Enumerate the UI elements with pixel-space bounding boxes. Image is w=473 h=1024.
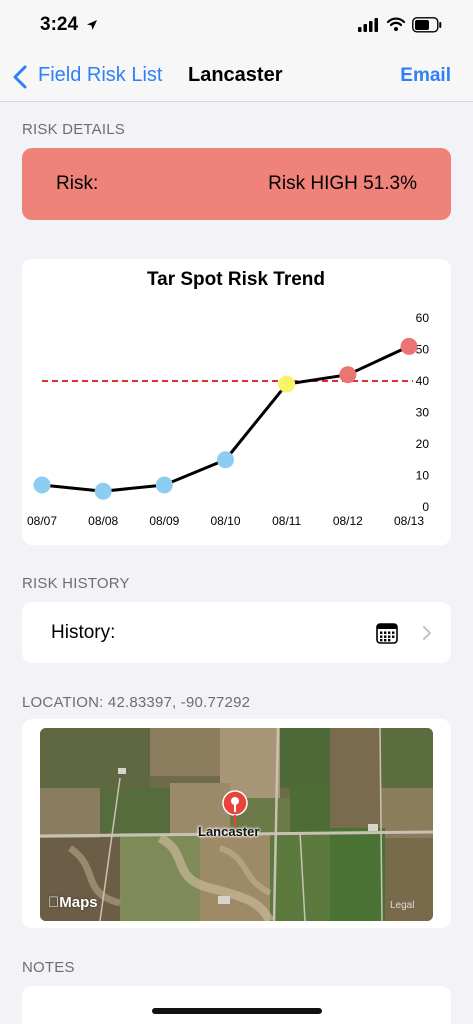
risk-label: Risk: [56,173,99,194]
x-tick-label: 08/09 [149,514,179,528]
history-row[interactable]: History: [22,602,451,663]
page-title: Lancaster [188,64,283,86]
data-point-low [155,476,173,494]
status-time: 3:24 [40,14,79,35]
risk-trend-line [41,344,410,493]
chart-title: Tar Spot Risk Trend [147,269,325,290]
x-tick-label: 08/13 [394,514,424,528]
data-point-low [33,476,51,494]
legal-link[interactable]: Legal [390,900,414,911]
data-point-low [94,482,112,500]
x-tick-label: 08/11 [272,514,301,528]
map-card: Lancaster Maps Legal [22,719,451,928]
risk-card: Risk: Risk HIGH 51.3% [22,148,451,220]
map-pin-label: Lancaster [198,824,260,839]
risk-value: Risk HIGH 51.3% [268,173,417,194]
y-tick-label: 30 [416,406,430,420]
email-button[interactable]: Email [400,65,451,87]
location-map[interactable]: Lancaster Maps Legal [40,728,433,921]
y-tick-label: 60 [416,311,430,325]
data-point-low [217,451,234,469]
back-button[interactable]: Field Risk List [38,64,162,87]
location-arrow-icon [86,18,98,36]
cellular-signal-icon [358,18,378,37]
maps-brand-label: Maps [48,894,97,911]
history-label: History: [51,622,116,643]
y-tick-label: 50 [416,343,430,357]
x-tick-label: 08/08 [88,514,118,528]
risk-trend-chart: Tar Spot Risk Trend 0 10 20 30 40 50 60 08/07 08… [27,269,430,528]
data-point-high [400,337,418,355]
battery-icon [412,17,442,38]
wifi-icon [386,17,406,36]
calendar-icon[interactable] [376,622,398,649]
location-header: LOCATION: 42.83397, -90.77292 [22,694,251,711]
risk-details-header: RISK DETAILS [22,121,125,138]
risk-trend-chart-card: Tar Spot Risk Trend 0 10 20 30 40 50 60 08/07 08… [22,259,451,545]
notes-header: NOTES [22,959,75,976]
chevron-right-icon [422,625,432,646]
navigation-bar: Field Risk List Lancaster Email [0,52,473,102]
x-tick-label: 08/10 [210,514,240,528]
back-chevron-icon[interactable] [12,65,28,94]
status-bar: 3:24 [0,0,473,52]
risk-history-header: RISK HISTORY [22,575,130,592]
notes-card[interactable] [22,986,451,1024]
data-point-high [339,366,357,384]
y-tick-label: 0 [422,500,429,514]
y-tick-label: 20 [416,437,430,451]
apple-maps-logo: Maps [48,894,98,911]
data-point-medium [278,375,296,393]
x-tick-label: 08/07 [27,514,57,528]
x-tick-label: 08/12 [333,514,363,528]
y-tick-label: 10 [416,469,430,483]
y-tick-label: 40 [416,374,430,388]
home-indicator [152,1008,322,1014]
